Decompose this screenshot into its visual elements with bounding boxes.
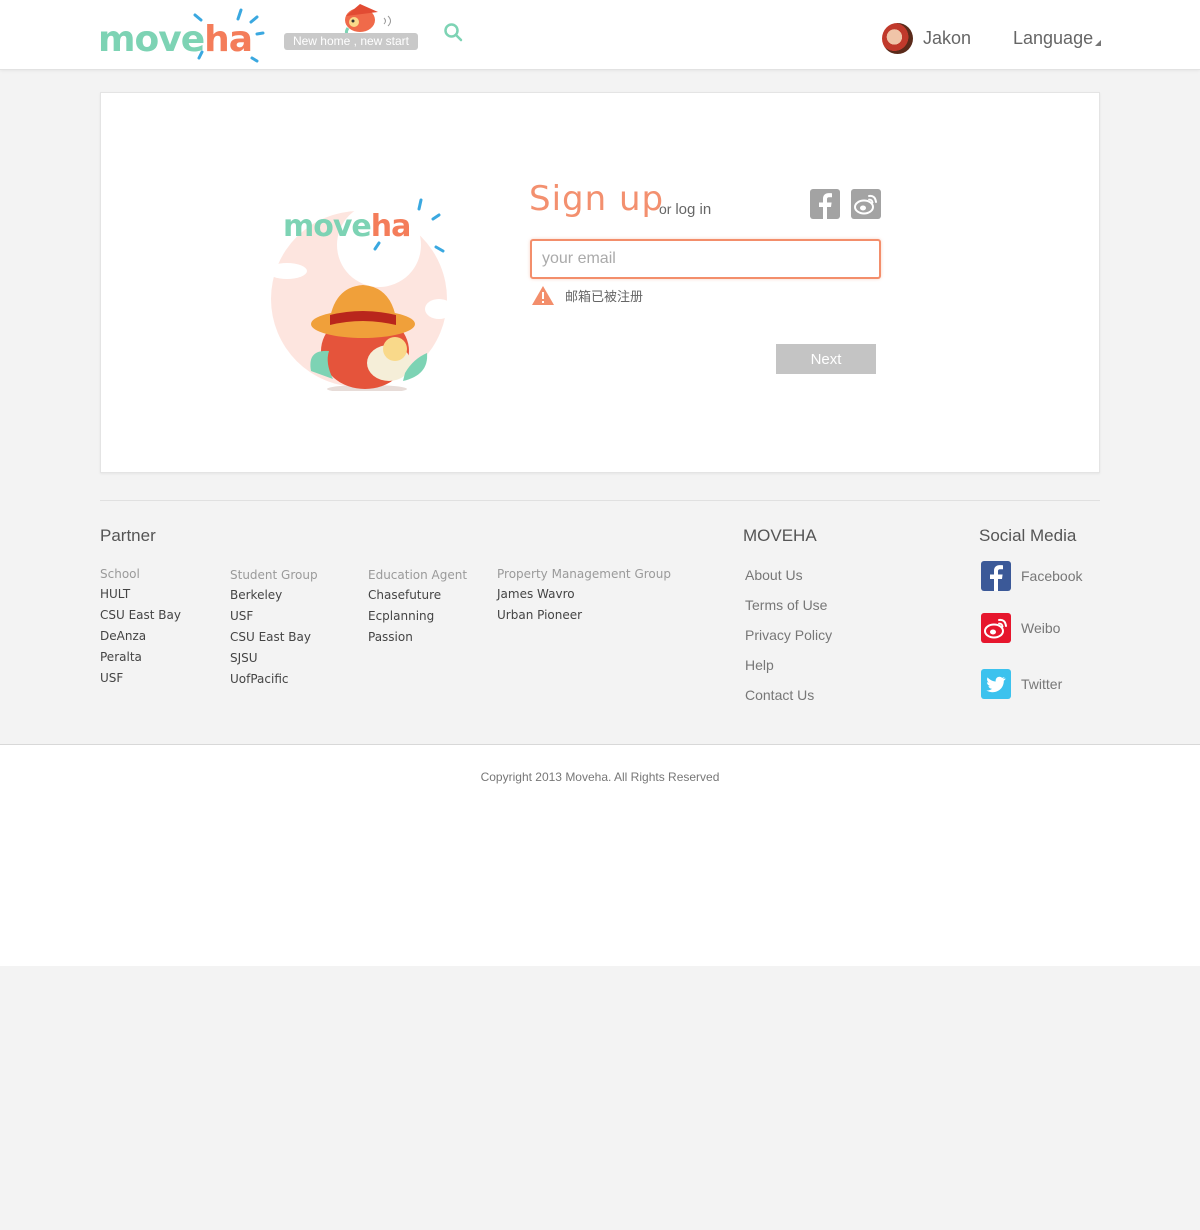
moveha-logo[interactable]: moveha xyxy=(98,8,268,64)
partner-list-school: HULT CSU East Bay DeAnza Peralta USF xyxy=(100,584,181,689)
warning-icon xyxy=(532,286,554,305)
bottom-bar: Copyright 2013 Moveha. All Rights Reserv… xyxy=(0,744,1200,966)
social-label[interactable]: Weibo xyxy=(1021,620,1060,636)
partner-list-education-agent: Chasefuture Ecplanning Passion xyxy=(368,585,441,648)
weibo-icon xyxy=(854,194,877,215)
user-menu[interactable]: Jakon xyxy=(882,22,971,54)
twitter-icon xyxy=(981,669,1011,699)
language-dropdown[interactable]: Language xyxy=(1013,28,1102,49)
caret-down-icon xyxy=(1095,40,1102,46)
language-label: Language xyxy=(1013,28,1094,48)
partner-link[interactable]: USF xyxy=(100,668,181,689)
signup-title: Sign up xyxy=(529,179,665,219)
partner-link[interactable]: HULT xyxy=(100,584,181,605)
partner-link[interactable]: James Wavro xyxy=(497,584,582,605)
partner-group-heading: School xyxy=(100,567,140,581)
facebook-icon xyxy=(981,561,1011,591)
login-link[interactable]: or log in xyxy=(659,201,711,218)
footer-link-about-us[interactable]: About Us xyxy=(745,566,832,596)
partner-link[interactable]: Passion xyxy=(368,627,441,648)
hero-logo-move: move xyxy=(283,209,372,244)
error-text: 邮箱已被注册 xyxy=(565,290,644,305)
or-text: or xyxy=(659,201,672,217)
partner-link[interactable]: Urban Pioneer xyxy=(497,605,582,626)
avatar[interactable] xyxy=(882,22,913,54)
logo-wordmark: moveha xyxy=(98,19,253,60)
login-label[interactable]: log in xyxy=(675,201,711,218)
search-icon[interactable] xyxy=(443,22,463,42)
partner-link[interactable]: Berkeley xyxy=(230,585,311,606)
weibo-login-button[interactable] xyxy=(851,189,881,219)
copyright-text: Copyright 2013 Moveha. All Rights Reserv… xyxy=(480,770,720,784)
footer-link-terms[interactable]: Terms of Use xyxy=(745,596,832,626)
footer-link-privacy[interactable]: Privacy Policy xyxy=(745,626,832,656)
footer-divider xyxy=(100,500,1100,501)
user-name[interactable]: Jakon xyxy=(923,28,971,49)
partner-link[interactable]: CSU East Bay xyxy=(230,627,311,648)
facebook-icon xyxy=(819,193,832,219)
partner-group-heading: Student Group xyxy=(230,568,318,582)
error-message: 邮箱已被注册 xyxy=(531,285,643,306)
footer-link-contact[interactable]: Contact Us xyxy=(745,686,832,716)
partner-link[interactable]: Peralta xyxy=(100,647,181,668)
moveha-title: MOVEHA xyxy=(743,526,817,545)
partner-list-student-group: Berkeley USF CSU East Bay SJSU UofPacifi… xyxy=(230,585,311,690)
email-field[interactable] xyxy=(530,239,881,279)
partner-group-heading: Education Agent xyxy=(368,568,468,582)
footer-link-help[interactable]: Help xyxy=(745,656,832,686)
tagline-badge: New home , new start xyxy=(284,33,418,50)
partner-link[interactable]: Chasefuture xyxy=(368,585,441,606)
partner-link[interactable]: DeAnza xyxy=(100,626,181,647)
social-link-facebook[interactable]: Facebook xyxy=(981,561,1082,591)
partner-title: Partner xyxy=(100,526,156,545)
hero-illustration: moveha xyxy=(267,191,453,393)
social-media-title: Social Media xyxy=(979,526,1077,545)
partner-link[interactable]: CSU East Bay xyxy=(100,605,181,626)
next-button[interactable]: Next xyxy=(776,344,876,374)
signup-card: moveha Sign up or log in 邮箱已被注册 Next xyxy=(100,92,1100,473)
hero-logo: moveha xyxy=(283,209,412,244)
hero-logo-ha: ha xyxy=(370,209,412,244)
social-link-twitter[interactable]: Twitter xyxy=(981,669,1062,699)
partner-link[interactable]: SJSU xyxy=(230,648,311,669)
social-label[interactable]: Twitter xyxy=(1021,676,1062,692)
logo-move: move xyxy=(98,19,205,60)
partner-link[interactable]: USF xyxy=(230,606,311,627)
weibo-icon xyxy=(981,613,1011,643)
logo-ha: ha xyxy=(204,19,253,60)
top-header: moveha New home , new start Jakon Langua… xyxy=(0,0,1200,70)
partner-group-heading: Property Management Group xyxy=(497,567,671,581)
partner-link[interactable]: UofPacific xyxy=(230,669,311,690)
partner-list-property-management: James Wavro Urban Pioneer xyxy=(497,584,582,626)
social-label[interactable]: Facebook xyxy=(1021,568,1082,584)
facebook-login-button[interactable] xyxy=(810,189,840,219)
moveha-links: About Us Terms of Use Privacy Policy Hel… xyxy=(745,566,832,716)
social-link-weibo[interactable]: Weibo xyxy=(981,613,1060,643)
partner-link[interactable]: Ecplanning xyxy=(368,606,441,627)
